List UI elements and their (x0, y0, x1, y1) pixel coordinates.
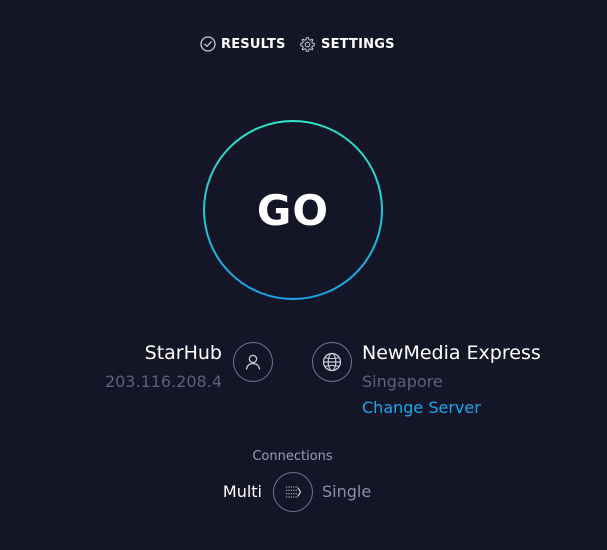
go-button[interactable]: GO (202, 119, 384, 301)
speedtest-page: RESULTS SETTINGS GO StarHub 203.116.208.… (0, 0, 607, 550)
settings-label: SETTINGS (321, 36, 395, 52)
gear-icon (299, 36, 316, 53)
server-name: NewMedia Express (362, 342, 541, 364)
isp-name: StarHub (144, 342, 222, 364)
results-link[interactable]: RESULTS (200, 34, 286, 54)
check-circle-icon (200, 36, 216, 52)
results-label: RESULTS (221, 36, 286, 52)
user-icon (233, 342, 273, 382)
connections-label: Connections (252, 449, 333, 464)
globe-icon[interactable] (312, 342, 352, 382)
server-location: Singapore (362, 372, 443, 391)
isp-ip-address: 203.116.208.4 (104, 372, 222, 391)
connections-toggle-icon[interactable] (273, 472, 313, 512)
go-label: GO (256, 185, 330, 235)
connections-single-option[interactable]: Single (322, 482, 371, 501)
change-server-link[interactable]: Change Server (362, 398, 481, 417)
settings-link[interactable]: SETTINGS (299, 34, 395, 54)
connections-multi-option[interactable]: Multi (223, 482, 262, 501)
